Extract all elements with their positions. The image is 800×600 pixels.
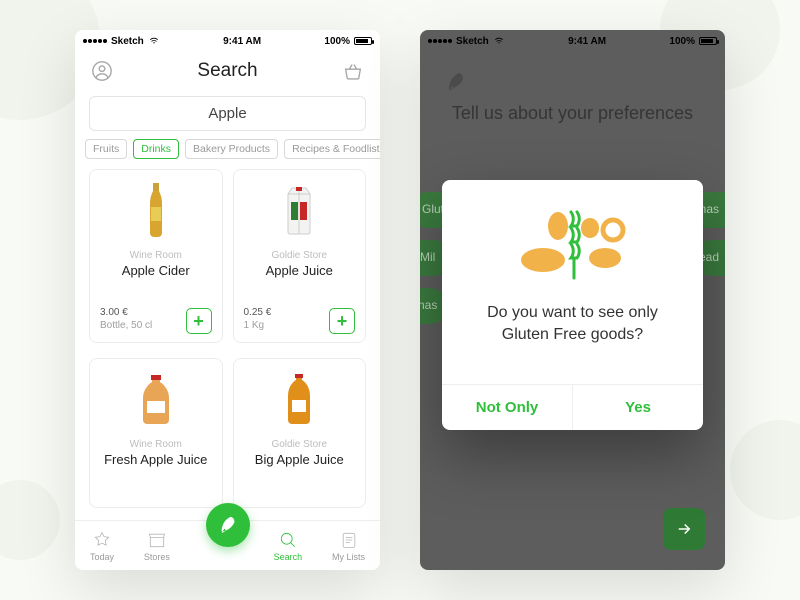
modal-question: Do you want to see only Gluten Free good… (460, 302, 685, 345)
modal-buttons: Not Only Yes (442, 384, 703, 430)
product-name: Big Apple Juice (255, 452, 344, 467)
add-button[interactable]: + (186, 308, 212, 334)
product-card[interactable]: Wine Room Fresh Apple Juice (89, 358, 223, 508)
product-image (125, 180, 187, 242)
tabbar: Today Stores Search My Lists (75, 520, 380, 570)
wifi-icon (493, 36, 505, 46)
filter-chips: Fruits Drinks Bakery Products Recipes & … (75, 139, 380, 169)
page-title: Search (197, 60, 257, 82)
product-name: Apple Juice (266, 263, 333, 278)
product-store: Wine Room (130, 439, 182, 450)
profile-icon[interactable] (89, 58, 115, 84)
tab-today[interactable]: Today (90, 530, 114, 562)
chip-bakery[interactable]: Bakery Products (185, 139, 278, 159)
wifi-icon (148, 36, 160, 46)
preferences-heading: Tell us about your preferences (420, 102, 725, 125)
status-battery: 100% (324, 36, 350, 47)
status-time: 9:41 AM (223, 36, 261, 47)
tab-stores[interactable]: Stores (144, 530, 170, 562)
carrier-label: Sketch (456, 36, 489, 47)
app-header: Search (75, 52, 380, 88)
fab-rocket[interactable] (206, 503, 250, 547)
modal-illustration (460, 200, 685, 290)
search-input[interactable]: Apple (89, 96, 366, 131)
rocket-icon (444, 70, 468, 94)
product-card[interactable]: Goldie Store Apple Juice 0.25 € 1 Kg + (233, 169, 367, 343)
arrow-right-icon (675, 520, 693, 538)
product-store: Goldie Store (271, 250, 327, 261)
product-card[interactable]: Wine Room Apple Cider 3.00 € Bottle, 50 … (89, 169, 223, 343)
product-name: Apple Cider (122, 263, 190, 278)
phone-search: Sketch 9:41 AM 100% Search Apple Fruits … (75, 30, 380, 570)
chip-recipes[interactable]: Recipes & Foodlists (284, 139, 380, 159)
battery-icon (354, 37, 372, 45)
tab-label: Stores (144, 552, 170, 562)
yes-button[interactable]: Yes (572, 385, 703, 430)
chip-drinks[interactable]: Drinks (133, 139, 179, 159)
product-grid: Wine Room Apple Cider 3.00 € Bottle, 50 … (75, 169, 380, 520)
product-image (268, 369, 330, 431)
add-button[interactable]: + (329, 308, 355, 334)
basket-icon[interactable] (340, 58, 366, 84)
product-store: Goldie Store (271, 439, 327, 450)
tab-label: My Lists (332, 552, 365, 562)
product-image (268, 180, 330, 242)
product-store: Wine Room (130, 250, 182, 261)
carrier-label: Sketch (111, 36, 144, 47)
product-card[interactable]: Goldie Store Big Apple Juice (233, 358, 367, 508)
product-meta: 3.00 € Bottle, 50 cl (100, 306, 152, 332)
tab-label: Today (90, 552, 114, 562)
product-name: Fresh Apple Juice (104, 452, 207, 467)
next-button[interactable] (663, 508, 705, 550)
chip-fruits[interactable]: Fruits (85, 139, 127, 159)
phone-preferences: Sketch 9:41 AM 100% Tell us about your p… (420, 30, 725, 570)
product-image (125, 369, 187, 431)
tab-mylists[interactable]: My Lists (332, 530, 365, 562)
statusbar: Sketch 9:41 AM 100% (75, 30, 380, 52)
gluten-modal: Do you want to see only Gluten Free good… (442, 180, 703, 430)
battery-icon (699, 37, 717, 45)
tab-search[interactable]: Search (274, 530, 303, 562)
product-meta: 0.25 € 1 Kg (244, 306, 272, 332)
not-only-button[interactable]: Not Only (442, 385, 572, 430)
tab-label: Search (274, 552, 303, 562)
status-time: 9:41 AM (568, 36, 606, 47)
status-battery: 100% (669, 36, 695, 47)
